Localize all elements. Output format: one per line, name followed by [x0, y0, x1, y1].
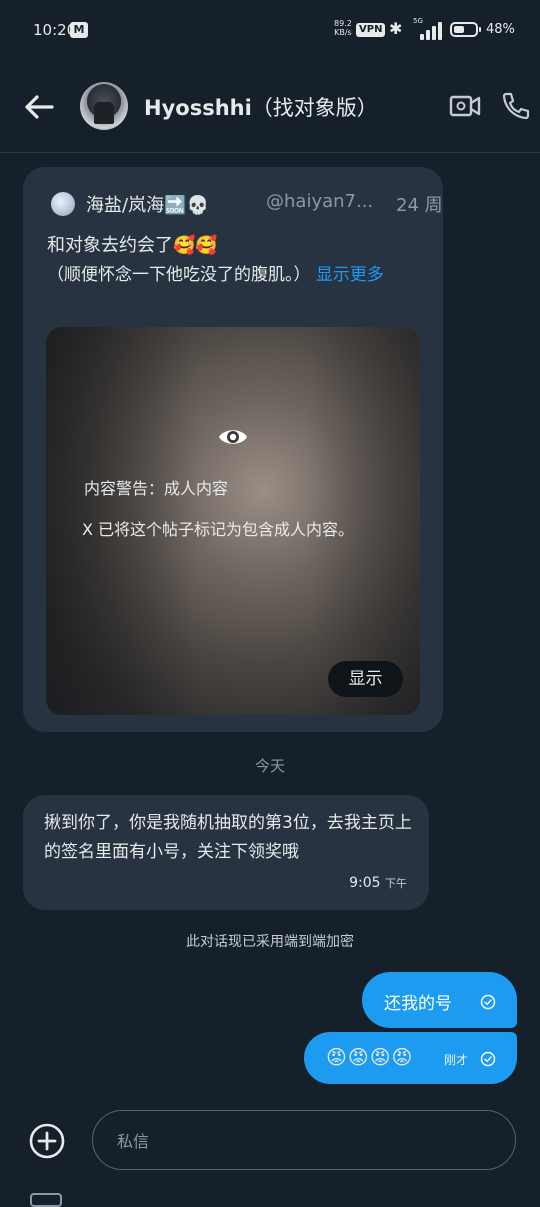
content-warning-text: X 已将这个帖子标记为包含成人内容。	[82, 520, 355, 539]
conversation-name-main: Hyosshhi	[144, 96, 252, 120]
shared-post-text-body: （顺便怀念一下他吃没了的腹肌。）	[47, 265, 311, 285]
video-call-button[interactable]	[449, 92, 481, 120]
shared-post-header: 海盐/岚海🔜💀 @haiyan7... 24 周	[51, 191, 443, 217]
received-message[interactable]: 揪到你了，你是我随机抽取的第3位，去我主页上的签名里面有小号，关注下领奖哦 9:…	[23, 795, 429, 910]
check-circle-icon	[480, 994, 496, 1010]
shared-post-text-line2: （顺便怀念一下他吃没了的腹肌。） 显示更多	[47, 261, 419, 290]
message-time: 9:05	[349, 875, 381, 891]
shared-post-avatar	[51, 192, 75, 216]
message-ampm: 下午	[385, 877, 407, 890]
network-speed-unit: KB/s	[334, 28, 352, 37]
check-circle-icon	[480, 1051, 496, 1067]
video-camera-icon	[449, 95, 481, 117]
phone-icon	[502, 92, 530, 120]
battery-tip	[479, 27, 481, 32]
encryption-notice: 此对话现已采用端到端加密	[186, 934, 354, 950]
shared-post-time: 24 周	[396, 195, 443, 216]
bottom-bar-icon	[30, 1193, 62, 1207]
add-attachment-button[interactable]	[28, 1122, 66, 1160]
sent-message-text: 😡😡😡😡	[326, 1045, 414, 1069]
vpn-badge: VPN	[356, 23, 386, 37]
shared-post-card[interactable]: 海盐/岚海🔜💀 @haiyan7... 24 周 和对象去约会了🥰🥰 （顺便怀念…	[23, 167, 443, 732]
sent-message-text: 还我的号	[384, 994, 452, 1014]
received-message-time: 9:05 下午	[349, 875, 407, 891]
shared-post-text-line1: 和对象去约会了🥰🥰	[47, 235, 218, 256]
received-message-text: 揪到你了，你是我随机抽取的第3位，去我主页上的签名里面有小号，关注下领奖哦	[44, 813, 412, 862]
audio-call-button[interactable]	[500, 90, 532, 122]
battery-percent: 48%	[486, 22, 515, 37]
show-more-link[interactable]: 显示更多	[316, 265, 384, 285]
conversation-header: Hyosshhi（找对象版）	[0, 62, 540, 153]
eye-icon	[219, 430, 247, 444]
sent-message[interactable]: 还我的号	[362, 972, 517, 1028]
sent-message[interactable]: 😡😡😡😡 刚才	[304, 1032, 517, 1084]
arrow-left-icon	[25, 95, 54, 119]
gmail-icon: M	[70, 22, 88, 38]
sensitive-media[interactable]: 内容警告：成人内容 X 已将这个帖子标记为包含成人内容。 显示	[46, 327, 420, 715]
message-composer[interactable]	[92, 1110, 516, 1170]
sent-message-time: 刚才	[444, 1053, 469, 1067]
signal-icon	[412, 20, 444, 40]
battery-fill	[454, 26, 464, 33]
shared-post-author: 海盐/岚海🔜💀	[86, 195, 209, 216]
conversation-name[interactable]: Hyosshhi（找对象版）	[144, 92, 378, 122]
avatar[interactable]	[80, 82, 128, 130]
plus-circle-icon	[29, 1123, 65, 1159]
network-speed-value: 89.2	[334, 19, 352, 28]
message-input[interactable]	[115, 1124, 489, 1158]
bluetooth-icon: ✱	[389, 19, 403, 38]
show-media-button[interactable]: 显示	[328, 661, 403, 697]
back-button[interactable]	[22, 89, 62, 125]
shared-post-handle: @haiyan7...	[266, 191, 374, 212]
network-speed: 89.2 KB/s	[334, 19, 352, 37]
conversation-name-suffix: （找对象版）	[251, 96, 378, 120]
content-warning-title: 内容警告：成人内容	[84, 479, 229, 498]
date-separator: 今天	[254, 757, 285, 775]
status-bar: 10:20 M 89.2 KB/s VPN ✱ 5G 48%	[0, 0, 540, 62]
battery-icon	[450, 22, 478, 37]
